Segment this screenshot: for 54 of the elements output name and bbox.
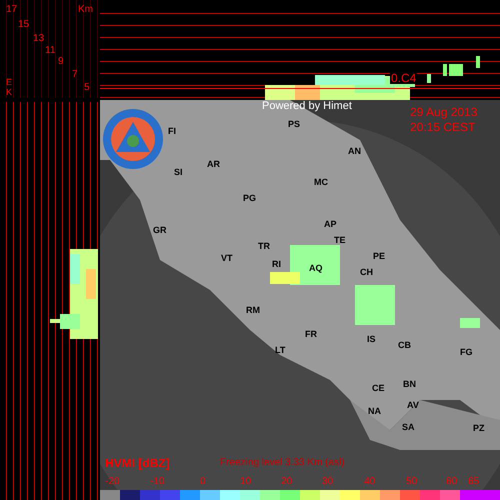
city-label: MC (314, 178, 328, 187)
date-text: 29 Aug 2013 (410, 106, 478, 118)
freezing-level-text: Freezing level 3.33 Km (asl) (220, 458, 344, 468)
city-label: LT (275, 346, 286, 355)
city-label: PG (243, 194, 256, 203)
city-label: CB (398, 341, 411, 350)
city-label: NA (368, 407, 381, 416)
height-tick-label: 11 (45, 46, 56, 56)
city-label: TE (334, 236, 346, 245)
scale-label: 40 (364, 477, 376, 487)
city-label: TR (258, 242, 270, 251)
scale-label: 30 (322, 477, 334, 487)
city-label: AR (207, 160, 220, 169)
height-tick-label: 17 (6, 5, 18, 15)
scale-label: -10 (150, 477, 164, 487)
height-tick-label: 15 (18, 20, 30, 30)
scale-label: 10 (240, 477, 252, 487)
city-label: CH (360, 268, 373, 277)
unit-label: Km (78, 5, 93, 15)
scale-label: -20 (105, 477, 120, 487)
city-label: AN (348, 147, 361, 156)
city-label: SI (174, 168, 183, 177)
city-label: AV (407, 401, 419, 410)
logo-icon (102, 108, 164, 170)
city-label: RM (246, 306, 260, 315)
city-label: IS (367, 335, 376, 344)
height-tick-label: 13 (33, 34, 44, 44)
legend-title: HVMI [dBZ] (105, 457, 170, 469)
time-text: 20:15 CEST (410, 121, 476, 133)
scale-label: 65 (468, 477, 480, 487)
city-label: AP (324, 220, 337, 229)
city-label: FG (460, 348, 472, 357)
city-label: PZ (473, 424, 485, 433)
city-label: SA (402, 423, 415, 432)
city-label: BN (403, 380, 416, 389)
axis-letter: K (6, 88, 12, 97)
city-label: VT (221, 254, 233, 263)
scale-label: 0 (200, 477, 206, 487)
profile-marker-label: 0.C4 (390, 72, 418, 84)
city-label: FI (168, 127, 176, 136)
scale-label: 60 (446, 477, 458, 487)
height-tick-label: 7 (72, 70, 78, 80)
city-label: GR (153, 226, 166, 235)
city-label: RI (272, 260, 281, 269)
city-label: CE (372, 384, 385, 393)
scale-label: 50 (406, 477, 418, 487)
city-label: FR (305, 330, 317, 339)
city-label: PS (288, 120, 300, 129)
city-label: PE (373, 252, 386, 261)
height-tick-label: 9 (58, 57, 64, 67)
city-label: AQ (309, 264, 322, 273)
axis-letter: E (6, 78, 12, 87)
scale-label: 20 (281, 477, 292, 487)
height-tick-label: 5 (84, 83, 90, 93)
